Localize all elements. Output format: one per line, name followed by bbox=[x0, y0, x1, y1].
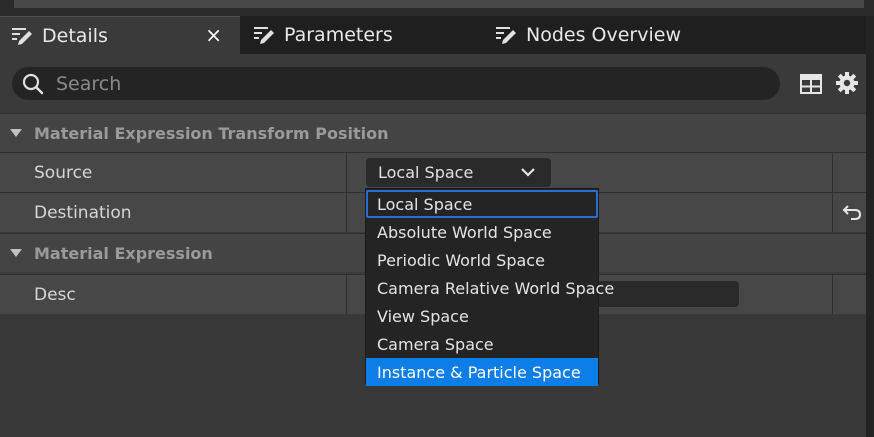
edit-pencil-icon bbox=[254, 27, 274, 44]
search-box[interactable] bbox=[12, 67, 780, 100]
dropdown-option-label: Camera Space bbox=[377, 334, 494, 354]
column-divider bbox=[832, 275, 833, 314]
tab-details[interactable]: Details × bbox=[0, 16, 240, 54]
category-label: Material Expression Transform Position bbox=[34, 123, 389, 143]
search-input[interactable] bbox=[54, 70, 758, 98]
dropdown-option-label: Absolute World Space bbox=[377, 222, 552, 242]
edit-pencil-icon bbox=[496, 27, 516, 44]
dropdown-option[interactable]: Camera Space bbox=[366, 330, 598, 358]
collapse-triangle-icon bbox=[10, 249, 22, 257]
column-divider[interactable] bbox=[346, 153, 347, 192]
top-panel-strip bbox=[0, 0, 874, 16]
property-label-desc: Desc bbox=[34, 284, 76, 305]
property-name: Source bbox=[0, 153, 346, 192]
tab-nodes-overview[interactable]: Nodes Overview bbox=[494, 16, 681, 54]
property-name: Destination bbox=[0, 193, 346, 232]
category-label: Material Expression bbox=[34, 243, 213, 263]
tab-parameters-label: Parameters bbox=[284, 24, 393, 46]
dropdown-option-label: View Space bbox=[377, 306, 469, 326]
property-label-source: Source bbox=[34, 162, 93, 183]
column-divider bbox=[832, 153, 833, 192]
source-combo-value: Local Space bbox=[378, 163, 474, 182]
source-combo-box[interactable]: Local Space bbox=[366, 158, 551, 187]
dropdown-option[interactable]: Absolute World Space bbox=[366, 218, 598, 246]
column-divider[interactable] bbox=[346, 193, 347, 232]
dropdown-option-hovered[interactable]: Instance & Particle Space bbox=[366, 358, 598, 386]
top-panel-inner bbox=[14, 0, 864, 8]
tab-nodes-overview-label: Nodes Overview bbox=[526, 24, 681, 46]
reset-to-default-icon[interactable] bbox=[842, 203, 862, 221]
column-divider bbox=[832, 193, 833, 232]
close-tab-icon[interactable]: × bbox=[205, 24, 222, 46]
dropdown-option[interactable]: Camera Relative World Space bbox=[366, 274, 614, 302]
search-row bbox=[0, 54, 866, 114]
table-view-icon[interactable] bbox=[800, 74, 822, 94]
chevron-down-icon bbox=[521, 168, 535, 177]
collapse-triangle-icon bbox=[10, 129, 22, 137]
tab-details-label: Details bbox=[42, 24, 108, 47]
column-divider[interactable] bbox=[346, 275, 347, 314]
desc-text-field[interactable] bbox=[598, 281, 739, 307]
property-name: Desc bbox=[0, 275, 346, 314]
search-icon bbox=[22, 73, 44, 95]
property-label-destination: Destination bbox=[34, 202, 132, 223]
dropdown-option-label: Periodic World Space bbox=[377, 250, 545, 270]
dropdown-option-label: Instance & Particle Space bbox=[377, 362, 581, 382]
property-row-source: Source Local Space bbox=[0, 152, 866, 192]
panel-border bbox=[866, 16, 874, 437]
dropdown-option[interactable]: View Space bbox=[366, 302, 598, 330]
dropdown-option[interactable]: Local Space bbox=[366, 190, 598, 218]
tab-bar: Details × Parameters Nodes Overview bbox=[0, 16, 874, 54]
dropdown-option-label: Camera Relative World Space bbox=[377, 278, 615, 298]
settings-gear-icon[interactable] bbox=[836, 72, 858, 94]
tab-parameters[interactable]: Parameters bbox=[252, 16, 393, 54]
space-dropdown-menu: Local Space Absolute World Space Periodi… bbox=[365, 188, 614, 386]
category-transform-position[interactable]: Material Expression Transform Position bbox=[0, 113, 866, 152]
dropdown-option[interactable]: Periodic World Space bbox=[366, 246, 598, 274]
dropdown-option-label: Local Space bbox=[377, 194, 473, 214]
edit-pencil-icon bbox=[12, 27, 32, 45]
